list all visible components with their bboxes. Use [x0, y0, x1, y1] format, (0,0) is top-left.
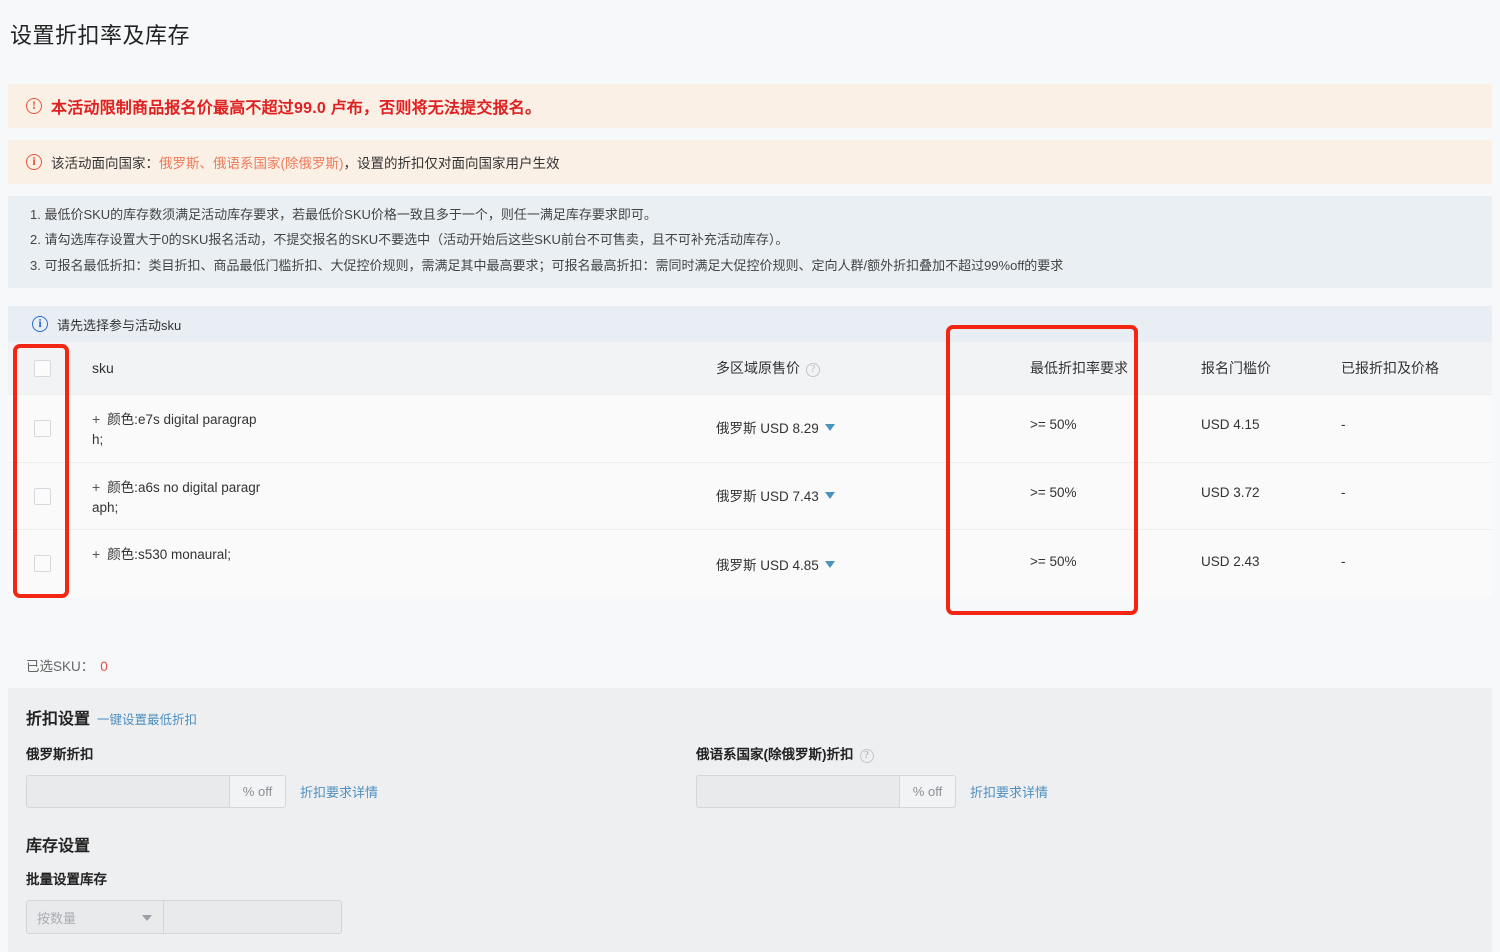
question-circle-icon[interactable]: ?: [806, 363, 820, 377]
chevron-down-icon: [142, 915, 152, 921]
expand-plus-icon[interactable]: +: [92, 479, 100, 495]
row-sku-cell: + 颜色:e7s digital paragrap h;: [76, 395, 716, 449]
row-select-cell: [8, 395, 76, 437]
chevron-down-icon[interactable]: [824, 561, 835, 568]
rule-item: 3. 可报名最低折扣：类目折扣、商品最低门槛折扣、大促控价规则，需满足其中最高要…: [30, 257, 1064, 273]
warning-alert: ! 本活动限制商品报名价最高不超过99.0 卢布，否则将无法提交报名。: [8, 84, 1492, 128]
row-original-price-value: USD 8.29: [760, 421, 819, 436]
row-original-price: 俄罗斯 USD 8.29: [716, 395, 986, 437]
rules-panel: 1. 最低价SKU的库存数须满足活动库存要求，若最低价SKU价格一致且多于一个，…: [8, 196, 1492, 288]
country-info-alert: i 该活动面向国家：俄罗斯、俄语系国家(除俄罗斯)，设置的折扣仅对面向国家用户生…: [8, 140, 1492, 184]
row-checkbox[interactable]: [33, 488, 51, 505]
expand-plus-icon[interactable]: +: [92, 546, 100, 562]
row-sku-cell: + 颜色:a6s no digital paragr aph;: [76, 463, 716, 517]
discount-inventory-page: 设置折扣率及库存 ! 本活动限制商品报名价最高不超过99.0 卢布，否则将无法提…: [0, 0, 1500, 952]
column-header-min-discount: 最低折扣率要求: [1030, 360, 1128, 376]
inventory-mode-select[interactable]: 按数量: [26, 900, 163, 934]
russia-discount-input[interactable]: [26, 775, 229, 808]
table-header-row: sku 多区域原售价? 最低折扣率要求 报名门槛价 已报折扣及价格: [8, 342, 1492, 394]
russian-speaking-discount-group: % off 折扣要求详情: [696, 775, 1048, 808]
chevron-down-icon[interactable]: [824, 424, 835, 431]
warning-alert-text: 本活动限制商品报名价最高不超过99.0 卢布，否则将无法提交报名。: [51, 100, 542, 117]
row-region: 俄罗斯: [716, 489, 757, 504]
inventory-mode-value: 按数量: [37, 910, 77, 926]
column-header-original-price: 多区域原售价?: [716, 358, 986, 378]
inventory-settings-panel: 库存设置 批量设置库存 按数量: [8, 816, 1492, 952]
sku-name: + 颜色:a6s no digital paragr: [92, 463, 716, 498]
russia-discount-suffix: % off: [229, 775, 286, 808]
expand-plus-icon[interactable]: +: [92, 411, 100, 427]
country-info-countries: 俄罗斯、俄语系国家(除俄罗斯): [159, 156, 344, 171]
selected-sku-value: 0: [100, 659, 108, 674]
row-checkbox[interactable]: [33, 555, 51, 572]
sku-line-2: aph;: [92, 499, 119, 515]
column-header-sku: sku: [92, 360, 114, 376]
row-original-price-value: USD 7.43: [760, 489, 819, 504]
select-all-cell: [8, 359, 76, 377]
select-all-checkbox[interactable]: [33, 359, 51, 377]
set-min-discount-link[interactable]: 一键设置最低折扣: [97, 713, 197, 727]
country-info-prefix: 该活动面向国家：: [51, 156, 159, 171]
column-header-applied: 已报折扣及价格: [1341, 360, 1439, 376]
column-header-original-price-label: 多区域原售价: [716, 360, 800, 376]
row-original-price-value: USD 4.85: [760, 558, 819, 573]
row-threshold-price: USD 2.43: [1201, 554, 1260, 569]
row-original-price: 俄罗斯 USD 7.43: [716, 463, 986, 505]
rule-item: 2. 请勾选库存设置大于0的SKU报名活动，不提交报名的SKU不要选中（活动开始…: [30, 232, 789, 248]
row-select-cell: [8, 463, 76, 505]
select-sku-notice-text: 请先选择参与活动sku: [57, 317, 182, 333]
russian-speaking-discount-detail-link[interactable]: 折扣要求详情: [970, 782, 1048, 801]
russia-discount-detail-link[interactable]: 折扣要求详情: [300, 782, 378, 801]
info-circle-icon: i: [26, 154, 42, 170]
country-info-suffix: ，设置的折扣仅对面向国家用户生效: [343, 156, 560, 171]
russia-discount-label: 俄罗斯折扣: [26, 747, 94, 762]
russian-speaking-discount-label: 俄语系国家(除俄罗斯)折扣?: [696, 743, 1048, 763]
sku-line-2: h;: [92, 431, 104, 447]
russian-speaking-discount-suffix: % off: [899, 775, 956, 808]
russia-discount-group: % off 折扣要求详情: [26, 775, 378, 808]
table-row: + 颜色:e7s digital paragrap h; 俄罗斯 USD 8.29…: [8, 394, 1492, 462]
row-original-price: 俄罗斯 USD 4.85: [716, 530, 986, 574]
row-sku-cell: + 颜色:s530 monaural;: [76, 530, 716, 565]
table-row: + 颜色:s530 monaural; 俄罗斯 USD 4.85 >= 50% U…: [8, 529, 1492, 596]
question-circle-icon[interactable]: ?: [859, 749, 874, 763]
select-sku-notice: i 请先选择参与活动sku: [8, 306, 1492, 342]
selected-sku-label: 已选SKU：: [26, 659, 95, 674]
row-applied: -: [1341, 554, 1346, 569]
inventory-quantity-input[interactable]: [163, 900, 342, 934]
row-checkbox[interactable]: [33, 420, 51, 437]
table-row: + 颜色:a6s no digital paragr aph; 俄罗斯 USD 7…: [8, 462, 1492, 529]
discount-settings-panel: 折扣设置 一键设置最低折扣 俄罗斯折扣 % off 折扣要求详情 俄语系国家(除俄…: [8, 688, 1492, 822]
row-region: 俄罗斯: [716, 558, 757, 573]
inventory-settings-title: 库存设置: [26, 838, 91, 855]
exclamation-circle-icon: !: [26, 98, 42, 114]
bulk-inventory-label: 批量设置库存: [26, 872, 107, 887]
russian-speaking-discount-input[interactable]: [696, 775, 899, 808]
row-applied: -: [1341, 417, 1346, 432]
sku-name: + 颜色:s530 monaural;: [92, 530, 716, 565]
row-min-discount: >= 50%: [1030, 554, 1077, 569]
bulk-inventory-group: 按数量: [26, 900, 342, 934]
page-title: 设置折扣率及库存: [10, 23, 191, 48]
column-header-threshold-price: 报名门槛价: [1201, 360, 1271, 376]
sku-name: + 颜色:e7s digital paragrap: [92, 395, 716, 430]
chevron-down-icon[interactable]: [824, 492, 835, 499]
sku-line-1: 颜色:a6s no digital paragr: [107, 480, 261, 495]
row-min-discount: >= 50%: [1030, 485, 1077, 500]
sku-table: sku 多区域原售价? 最低折扣率要求 报名门槛价 已报折扣及价格 + 颜色:e7…: [8, 342, 1492, 596]
sku-line-1: 颜色:e7s digital paragrap: [107, 412, 257, 427]
russian-speaking-discount-label-text: 俄语系国家(除俄罗斯)折扣: [696, 747, 854, 762]
selected-sku-count: 已选SKU： 0: [26, 655, 108, 675]
row-min-discount: >= 50%: [1030, 417, 1077, 432]
rule-item: 1. 最低价SKU的库存数须满足活动库存要求，若最低价SKU价格一致且多于一个，…: [30, 207, 657, 222]
discount-settings-title: 折扣设置: [26, 711, 91, 728]
row-select-cell: [8, 530, 76, 572]
row-threshold-price: USD 4.15: [1201, 417, 1260, 432]
row-applied: -: [1341, 485, 1346, 500]
info-circle-icon: i: [32, 316, 48, 332]
row-threshold-price: USD 3.72: [1201, 485, 1260, 500]
sku-line-1: 颜色:s530 monaural;: [107, 547, 231, 562]
row-region: 俄罗斯: [716, 421, 757, 436]
country-info-text: 该活动面向国家：俄罗斯、俄语系国家(除俄罗斯)，设置的折扣仅对面向国家用户生效: [51, 152, 560, 172]
